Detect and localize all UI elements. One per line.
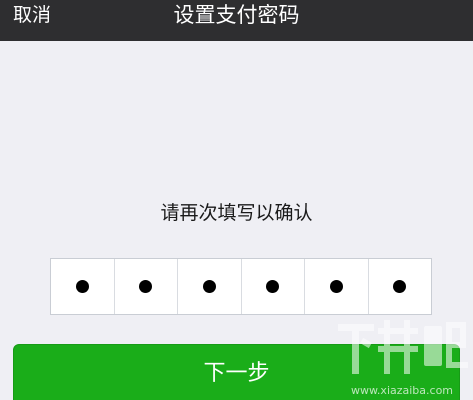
next-step-button[interactable]: 下一步 (13, 344, 460, 400)
navigation-bar: 设置支付密码 取消 (0, 0, 473, 41)
page-title: 设置支付密码 (173, 3, 300, 27)
masked-digit-dot (139, 280, 153, 293)
masked-digit-dot (266, 280, 280, 293)
masked-digit-dot (393, 280, 407, 293)
password-digit-cell (367, 259, 432, 314)
password-input[interactable] (50, 258, 432, 315)
password-digit-cell (51, 259, 114, 314)
password-digit-cell (177, 259, 241, 314)
password-digit-cell (304, 259, 368, 314)
password-digit-cell (113, 259, 178, 314)
password-digit-cell (240, 259, 305, 314)
masked-digit-dot (329, 280, 343, 293)
masked-digit-dot (202, 280, 216, 293)
masked-digit-dot (75, 280, 89, 293)
confirm-prompt: 请再次填写以确认 (160, 202, 313, 224)
wechat-pay-password-screen: 设置支付密码 取消 请再次填写以确认 下一步 www.xiazaiba.com (0, 0, 473, 400)
cancel-button[interactable]: 取消 (13, 0, 51, 41)
